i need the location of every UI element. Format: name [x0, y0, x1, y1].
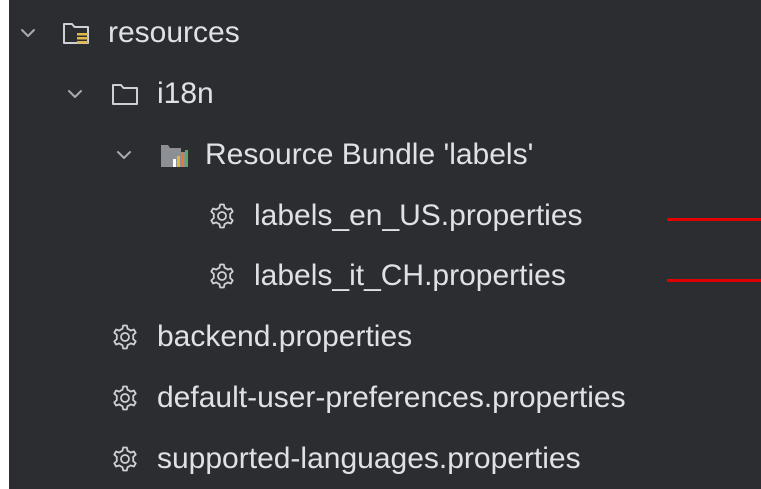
tree-item-label: labels_it_CH.properties: [254, 259, 566, 292]
gear-icon: [210, 263, 234, 289]
tree-item-labels-en-us[interactable]: labels_en_US.properties: [9, 186, 761, 246]
gear-icon: [113, 324, 137, 350]
resource-bundle-icon: [161, 145, 188, 167]
tree-item-backend[interactable]: backend.properties: [9, 307, 761, 367]
red-annotation-line: [667, 279, 761, 282]
tree-item-label: backend.properties: [157, 320, 413, 353]
tree-item-label: resources: [108, 16, 240, 49]
chevron-down-icon[interactable]: [17, 22, 39, 44]
folder-icon: [112, 84, 138, 105]
chevron-down-icon[interactable]: [113, 144, 135, 166]
gear-icon: [210, 203, 234, 229]
tree-item-label: i18n: [157, 77, 214, 110]
tree-item-default-user-preferences[interactable]: default-user-preferences.properties: [9, 368, 761, 428]
tree-item-label: labels_en_US.properties: [254, 199, 583, 232]
chevron-down-icon[interactable]: [64, 83, 86, 105]
tree-item-resource-bundle[interactable]: Resource Bundle 'labels': [9, 125, 761, 185]
tree-item-label: Resource Bundle 'labels': [205, 138, 534, 171]
resources-folder-icon: [63, 23, 89, 44]
tree-item-i18n[interactable]: i18n: [9, 64, 761, 124]
tree-item-supported-languages[interactable]: supported-languages.properties: [9, 429, 761, 489]
project-tree-panel: resources i18n Resource Bundle 'labels': [9, 0, 761, 489]
tree-item-labels-it-ch[interactable]: labels_it_CH.properties: [9, 246, 761, 306]
tree-item-label: supported-languages.properties: [157, 442, 581, 475]
gear-icon: [113, 385, 137, 411]
tree-item-label: default-user-preferences.properties: [157, 381, 626, 414]
red-annotation-line: [667, 218, 761, 221]
tree-item-resources[interactable]: resources: [9, 3, 761, 63]
gear-icon: [113, 446, 137, 472]
